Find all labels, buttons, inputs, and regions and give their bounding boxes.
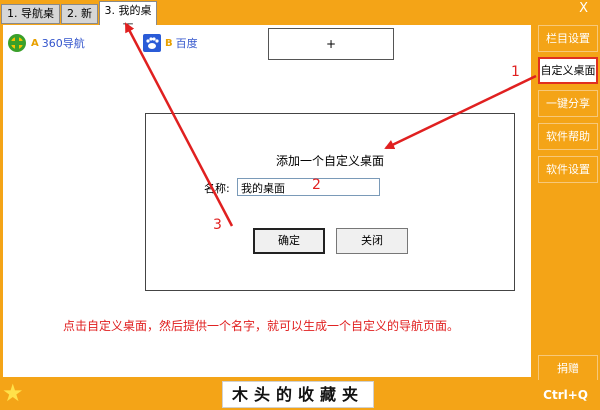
- shortcut-360[interactable]: A 360导航: [7, 28, 85, 58]
- baidu-paw-icon: [143, 34, 161, 52]
- name-input[interactable]: 我的桌面: [237, 178, 380, 196]
- hotkey-label: Ctrl+Q: [543, 388, 588, 402]
- sidebar-item-share[interactable]: 一键分享: [538, 90, 598, 117]
- name-label: 名称:: [204, 182, 230, 195]
- shortcut-label: 360导航: [41, 37, 85, 50]
- close-dialog-button[interactable]: 关闭: [336, 228, 408, 254]
- desktop-content: A 360导航 B 百度 + 添加一个自定义桌面 名称: 我的桌面 确定 关闭 …: [3, 25, 531, 377]
- annotation-number: 2: [312, 177, 321, 193]
- tab-news[interactable]: 2. 新闻: [61, 4, 98, 38]
- close-button[interactable]: X: [579, 2, 588, 16]
- tab-nav-desktop[interactable]: 1. 导航桌面: [1, 4, 60, 38]
- shortcut-letter: B: [165, 37, 173, 49]
- sidebar-item-help[interactable]: 软件帮助: [538, 123, 598, 150]
- star-icon[interactable]: ★: [2, 381, 26, 405]
- add-desktop-dialog: 添加一个自定义桌面 名称: 我的桌面 确定 关闭: [145, 113, 515, 291]
- shortcut-baidu[interactable]: B 百度: [143, 28, 198, 58]
- donate-button[interactable]: 捐赠: [538, 355, 598, 382]
- app-window: 1. 导航桌面 2. 新闻 3. 我的桌面 X A 360导航 B: [0, 0, 600, 410]
- dialog-title: 添加一个自定义桌面: [275, 154, 384, 168]
- annotation-number: 1: [511, 64, 520, 80]
- instruction-caption: 点击自定义桌面，然后提供一个名字，就可以生成一个自定义的导航页面。: [63, 319, 460, 333]
- confirm-button[interactable]: 确定: [253, 228, 325, 254]
- sidebar-item-custom-desktop[interactable]: 自定义桌面: [538, 57, 598, 84]
- tab-my-desktop[interactable]: 3. 我的桌面: [99, 1, 157, 35]
- shortcut-letter: A: [31, 37, 39, 49]
- app-banner: 木头的收藏夹: [222, 381, 374, 408]
- sidebar-item-column-settings[interactable]: 栏目设置: [538, 25, 598, 52]
- annotation-number: 3: [213, 217, 222, 233]
- shortcut-label: 百度: [175, 37, 198, 50]
- add-shortcut-button[interactable]: +: [268, 28, 394, 60]
- sidebar-item-settings[interactable]: 软件设置: [538, 156, 598, 183]
- 360-green-icon: [8, 34, 26, 52]
